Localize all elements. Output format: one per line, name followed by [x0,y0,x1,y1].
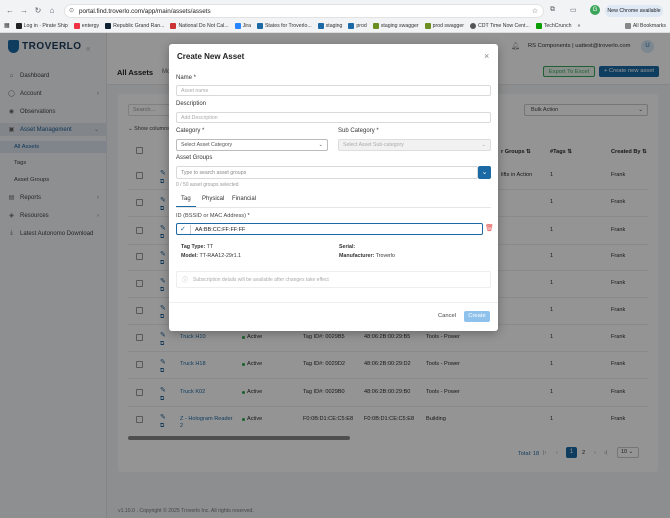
more-bookmarks-icon[interactable]: » [578,23,581,29]
model-row: Model: TT-RAA12-29r1.1 [181,253,241,259]
serial-label: Serial: [339,244,356,250]
update-chrome-button[interactable]: New Chrome available [605,5,663,17]
bookmark-item[interactable]: States for Troverlo... [256,22,312,29]
tag-id-value: AA:BB:CC:FF:FF:FF [195,226,246,233]
bookmark-item[interactable]: TechCrunch [535,22,572,29]
info-icon: ⓘ [182,278,189,284]
input-divider [190,225,191,234]
groups-dropdown-button[interactable]: ⌄ [478,166,491,179]
tag-type-row: Tag Type: TT [181,244,213,250]
model-value: TT-RAA12-29r1.1 [199,253,241,259]
bookmark-item[interactable]: Log in · Pirate Ship [15,22,68,29]
groups-count: 0 / 50 asset groups selected [176,182,239,188]
asset-name-input[interactable]: Asset name [176,85,491,96]
home-icon[interactable]: ⌂ [47,6,57,16]
bookmark-item[interactable]: National Do Not Cal... [170,22,229,29]
asset-groups-label: Asset Groups [176,155,213,161]
subcategory-label: Sub Category * [338,128,379,134]
bookmark-item[interactable]: entergy [73,22,99,29]
chevron-down-icon: ⌄ [481,142,486,148]
bookmark-item[interactable]: staging [317,22,342,29]
extensions-icon[interactable]: ⧉ [550,6,555,14]
info-text: Subscription details will be available a… [193,277,329,283]
tag-type-value: TT [206,244,214,250]
description-label: Description [176,101,207,107]
manufacturer-value: Troverlo [375,253,395,259]
bookmark-item[interactable]: Republic Grand Ran... [105,22,164,29]
bookmarks-bar: ▦ Log in · Pirate Ship entergy Republic … [0,19,670,32]
id-label: ID (BSSID or MAC Address) * [176,213,250,219]
asset-groups-search[interactable]: Type to search asset groups [176,166,478,179]
site-info-icon[interactable]: ⊙ [69,7,74,14]
address-bar[interactable]: ⊙ portal.find.troverlo.com/app/main/asse… [64,4,544,18]
apps-icon[interactable]: ▦ [4,22,10,29]
bookmark-item[interactable]: prod [348,22,367,29]
tab-search-icon[interactable]: ▭ [570,6,577,14]
forward-icon[interactable]: → [19,6,29,16]
profile-avatar[interactable]: G [590,5,600,15]
manufacturer-row: Manufacturer: Troverlo [339,253,395,259]
manufacturer-label: Manufacturer: [339,253,375,259]
tab-tag[interactable]: Tag [181,196,191,202]
category-placeholder: Select Asset Category [181,142,233,148]
check-icon: ✓ [180,226,186,233]
description-input[interactable]: Add Description [176,112,491,123]
reload-icon[interactable]: ↻ [33,6,43,16]
category-label: Category * [176,128,205,134]
star-icon[interactable]: ☆ [532,7,538,15]
subcategory-placeholder: Select Asset Sub-category [343,142,404,148]
all-bookmarks[interactable]: All Bookmarks [624,22,666,29]
chevron-down-icon: ⌄ [481,169,488,176]
bookmark-item[interactable]: CDT Time Now Cent... [470,22,530,29]
tag-id-input[interactable]: ✓ AA:BB:CC:FF:FF:FF [176,223,483,235]
dialog-title: Create New Asset [177,52,245,61]
category-select[interactable]: Select Asset Category ⌄ [176,139,328,151]
tab-physical[interactable]: Physical [202,196,224,202]
create-button[interactable]: Create [464,311,490,322]
bookmark-item[interactable]: Jira [234,22,251,29]
bookmark-item[interactable]: staging swagger [372,22,419,29]
name-label: Name * [176,75,197,81]
back-icon[interactable]: ← [5,6,15,16]
tabs-divider [176,207,491,208]
url-text: portal.find.troverlo.com/app/main/assets… [79,8,211,15]
browser-chrome: ← → ↻ ⌂ ⊙ portal.find.troverlo.com/app/m… [0,0,670,33]
footer-divider [169,302,498,303]
subscription-info-box: ⓘ Subscription details will be available… [176,271,491,288]
serial-row: Serial: [339,244,355,250]
tab-financial[interactable]: Financial [232,196,256,202]
create-asset-dialog: Create New Asset × Name * Asset name Des… [169,44,498,331]
bookmark-item[interactable]: prod swagger [424,22,464,29]
delete-icon[interactable]: 🗑︎ [485,224,494,232]
close-icon[interactable]: × [484,51,489,61]
model-label: Model: [181,253,199,259]
tag-type-label: Tag Type: [181,244,206,250]
subcategory-select[interactable]: Select Asset Sub-category ⌄ [338,139,491,151]
chevron-down-icon: ⌄ [318,142,323,148]
cancel-button[interactable]: Cancel [433,311,461,322]
